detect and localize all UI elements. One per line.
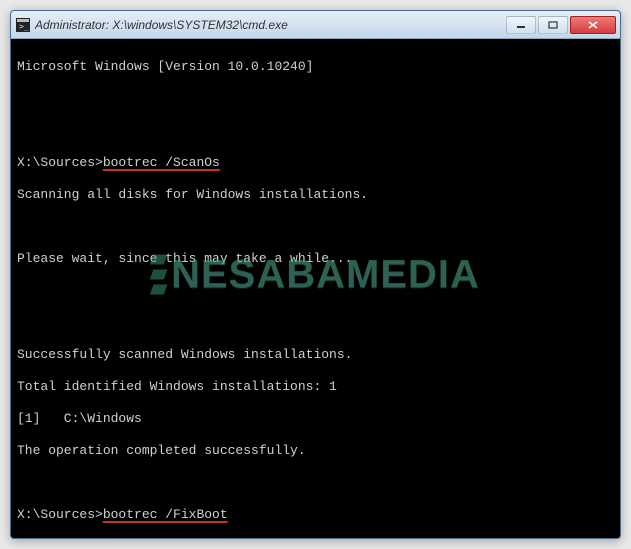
maximize-button[interactable]: [538, 16, 568, 34]
svg-text:>_: >_: [19, 22, 29, 31]
terminal-line: [17, 475, 614, 491]
titlebar: >_ Administrator: X:\windows\SYSTEM32\cm…: [11, 11, 620, 39]
terminal-line: Total identified Windows installations: …: [17, 379, 614, 395]
terminal-line: Microsoft Windows [Version 10.0.10240]: [17, 59, 614, 75]
terminal-body[interactable]: Microsoft Windows [Version 10.0.10240] X…: [11, 39, 620, 538]
terminal-line: The operation completed successfully.: [17, 443, 614, 459]
terminal-line: X:\Sources>bootrec /FixBoot: [17, 507, 614, 523]
minimize-button[interactable]: [506, 16, 536, 34]
terminal-line: [17, 283, 614, 299]
terminal-line: [17, 219, 614, 235]
terminal-line: Successfully scanned Windows installatio…: [17, 347, 614, 363]
terminal-line: [17, 315, 614, 331]
close-button[interactable]: [570, 16, 616, 34]
cmd-fixboot: bootrec /FixBoot: [103, 507, 228, 522]
terminal-line: X:\Sources>bootrec /ScanOs: [17, 155, 614, 171]
cmd-icon: >_: [15, 17, 31, 33]
terminal-line: [17, 123, 614, 139]
terminal-line: [17, 91, 614, 107]
window-title: Administrator: X:\windows\SYSTEM32\cmd.e…: [35, 18, 506, 32]
terminal-line: [1] C:\Windows: [17, 411, 614, 427]
cmd-window: >_ Administrator: X:\windows\SYSTEM32\cm…: [10, 10, 621, 539]
terminal-line: Please wait, since this may take a while…: [17, 251, 614, 267]
cmd-scanos: bootrec /ScanOs: [103, 155, 220, 170]
terminal-line: Scanning all disks for Windows installat…: [17, 187, 614, 203]
window-controls: [506, 16, 616, 34]
